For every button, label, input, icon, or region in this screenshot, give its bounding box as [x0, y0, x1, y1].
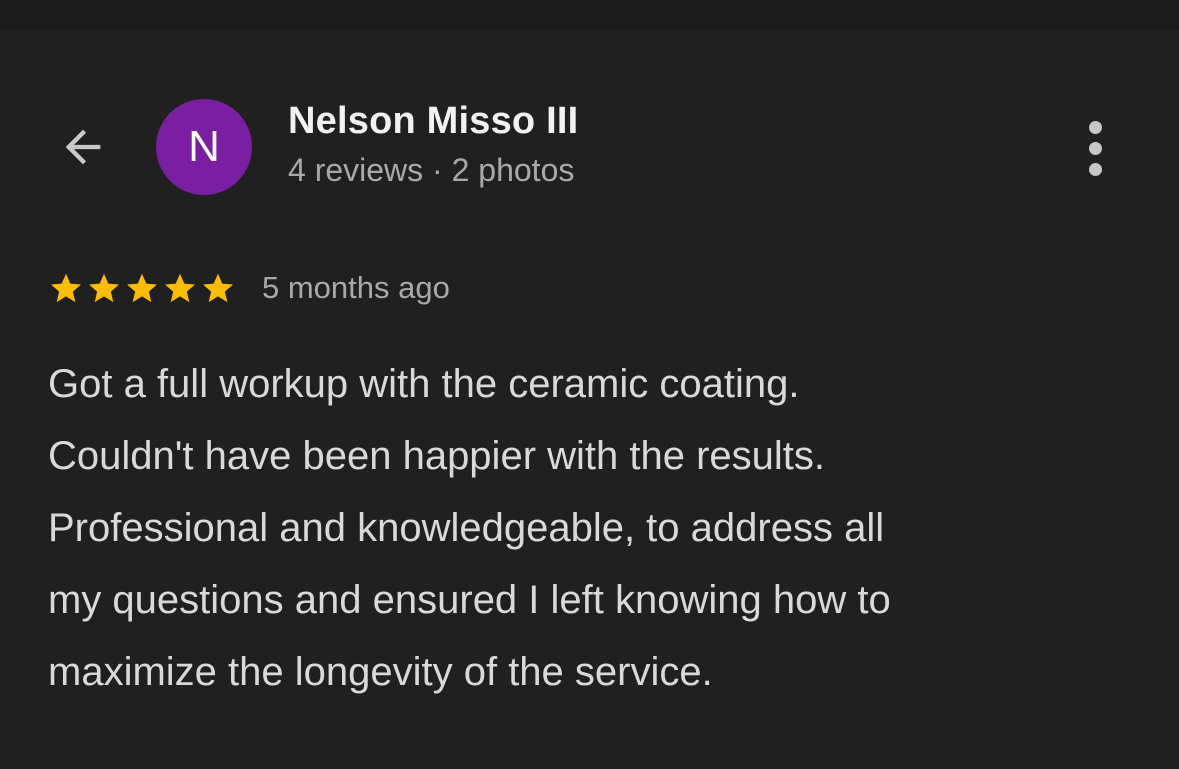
- more-vertical-icon: [1088, 120, 1102, 134]
- back-button[interactable]: [52, 118, 114, 180]
- star-icon: [200, 270, 236, 306]
- more-vertical-icon-dot: [1088, 141, 1102, 155]
- star-icon: [48, 270, 84, 306]
- more-vertical-icon-dot: [1088, 162, 1102, 176]
- arrow-left-icon: [57, 121, 109, 178]
- review-date: 5 months ago: [262, 270, 450, 305]
- review-text-line: my questions and ensured I left knowing …: [48, 578, 891, 622]
- author-name[interactable]: Nelson Misso III: [288, 100, 578, 143]
- review-text-line: Professional and knowledgeable, to addre…: [48, 506, 885, 550]
- avatar-initial: N: [188, 122, 220, 171]
- star-icon: [86, 270, 122, 306]
- more-options-button[interactable]: [1070, 116, 1120, 180]
- star-icon: [124, 270, 160, 306]
- review-text-line: maximize the longevity of the service.: [48, 650, 713, 694]
- star-rating: [48, 270, 236, 306]
- review-text-line: Couldn't have been happier with the resu…: [48, 434, 826, 478]
- review-text: Got a full workup with the ceramic coati…: [48, 348, 1138, 708]
- review-text-line: Got a full workup with the ceramic coati…: [48, 362, 800, 406]
- star-icon: [162, 270, 198, 306]
- rating-row: 5 months ago: [48, 266, 450, 310]
- status-bar-area: [0, 0, 1179, 30]
- author-meta: 4 reviews · 2 photos: [288, 152, 575, 188]
- avatar[interactable]: N: [156, 99, 252, 195]
